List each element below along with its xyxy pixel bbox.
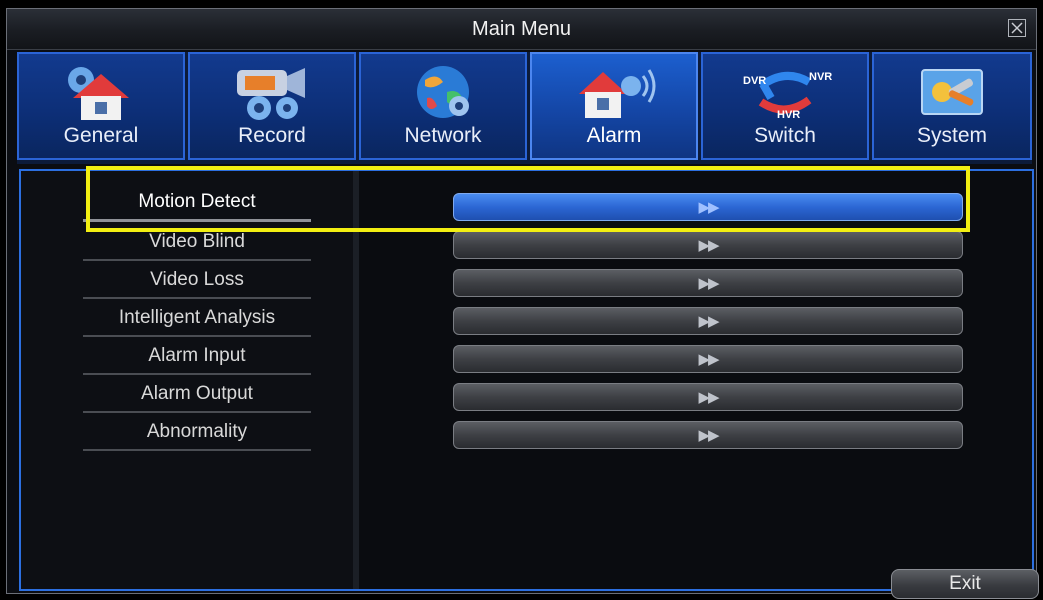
title-bar: Main Menu bbox=[7, 9, 1036, 50]
tab-general[interactable]: General bbox=[17, 52, 185, 160]
double-arrow-icon: ▶▶ bbox=[698, 275, 719, 292]
double-arrow-icon: ▶▶ bbox=[698, 389, 719, 406]
abnormality-open-button[interactable]: ▶▶ bbox=[453, 421, 963, 449]
globe-gear-icon bbox=[417, 66, 469, 118]
tab-network-label: Network bbox=[404, 124, 482, 147]
intelligent-analysis-open-button[interactable]: ▶▶ bbox=[453, 307, 963, 335]
double-arrow-icon: ▶▶ bbox=[698, 427, 719, 444]
window-title: Main Menu bbox=[472, 18, 571, 40]
tab-general-label: General bbox=[63, 124, 139, 147]
main-menu-window: Main Menu General Record Network Alarm D… bbox=[6, 8, 1039, 599]
highlight-box bbox=[86, 166, 970, 232]
dvr-text: DVR bbox=[743, 75, 766, 87]
alarm-input-open-button[interactable]: ▶▶ bbox=[453, 345, 963, 373]
tab-switch[interactable]: DVR NVR HVR Switch bbox=[701, 52, 869, 160]
tab-system[interactable]: System bbox=[872, 52, 1032, 160]
submenu-pane: Motion Detect Video Blind Video Loss Int… bbox=[21, 171, 359, 589]
nvr-text: NVR bbox=[809, 71, 832, 83]
video-blind-open-button[interactable]: ▶▶ bbox=[453, 231, 963, 259]
tab-network[interactable]: Network bbox=[359, 52, 527, 160]
tab-record[interactable]: Record bbox=[188, 52, 356, 160]
alarm-output-open-button[interactable]: ▶▶ bbox=[453, 383, 963, 411]
dvr-nvr-hvr-switch-icon: DVR NVR HVR bbox=[743, 71, 832, 121]
menu-item-alarm-output[interactable]: Alarm Output bbox=[83, 377, 311, 413]
menu-item-abnormality[interactable]: Abnormality bbox=[83, 415, 311, 451]
tab-switch-label: Switch bbox=[754, 124, 816, 147]
tab-system-label: System bbox=[916, 124, 987, 147]
close-button[interactable] bbox=[1008, 19, 1026, 37]
video-loss-open-button[interactable]: ▶▶ bbox=[453, 269, 963, 297]
double-arrow-icon: ▶▶ bbox=[698, 237, 719, 254]
tab-record-label: Record bbox=[238, 124, 306, 147]
menu-item-alarm-input[interactable]: Alarm Input bbox=[83, 339, 311, 375]
tab-bar: General Record Network Alarm DVR NVR HVR… bbox=[17, 52, 1032, 164]
tab-alarm-label: Alarm bbox=[586, 124, 642, 147]
exit-button[interactable]: Exit bbox=[891, 569, 1039, 599]
tab-alarm[interactable]: Alarm bbox=[530, 52, 698, 160]
content-panel: Motion Detect Video Blind Video Loss Int… bbox=[19, 169, 1039, 599]
hvr-text: HVR bbox=[777, 109, 800, 121]
close-icon bbox=[1011, 22, 1023, 34]
tools-icon bbox=[921, 69, 983, 115]
camera-gear-icon bbox=[237, 68, 305, 120]
double-arrow-icon: ▶▶ bbox=[698, 313, 719, 330]
house-alarm-icon bbox=[579, 69, 656, 118]
menu-item-intelligent-analysis[interactable]: Intelligent Analysis bbox=[83, 301, 311, 337]
double-arrow-icon: ▶▶ bbox=[698, 351, 719, 368]
house-gear-icon bbox=[68, 67, 129, 120]
menu-item-video-loss[interactable]: Video Loss bbox=[83, 263, 311, 299]
